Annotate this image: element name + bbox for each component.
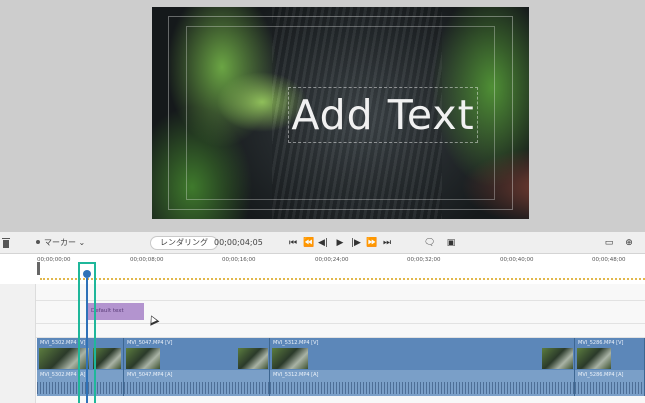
play-icon[interactable]: ▶ xyxy=(335,236,345,250)
audio-clip[interactable]: MVI_5286.MP4 [A] xyxy=(575,370,645,396)
audio-clip[interactable]: MVI_5312.MP4 [A] xyxy=(270,370,575,396)
ruler-start-marker xyxy=(37,262,40,275)
time-ruler[interactable]: 00;00;00;00 00;00;08;00 00;00;16;00 00;0… xyxy=(0,254,645,284)
clip-label: MVI_5047.MP4 [A] xyxy=(127,372,173,378)
clip-label: MVI_5047.MP4 [V] xyxy=(127,340,173,346)
monitor-icon[interactable]: ▭ xyxy=(604,236,614,250)
snapshot-icon[interactable]: ▣ xyxy=(446,236,456,250)
clip-thumbnail xyxy=(126,348,160,369)
audio-clip[interactable]: MVI_5047.MP4 [A] xyxy=(124,370,270,396)
video-clip[interactable]: MVI_5286.MP4 [V] xyxy=(575,338,645,370)
playhead-handle[interactable] xyxy=(83,270,91,278)
clip-thumbnail xyxy=(272,348,308,369)
comment-icon[interactable]: 🗨 xyxy=(424,236,435,250)
ruler-timecode: 00;00;32;00 xyxy=(407,257,441,263)
clip-thumbnail xyxy=(577,348,611,369)
chevron-down-icon: ⌄ xyxy=(78,238,86,247)
current-timecode: 00;00;04;05 xyxy=(214,238,263,247)
lane-divider xyxy=(36,300,645,301)
audio-waveform xyxy=(124,382,269,394)
clip-thumbnail xyxy=(93,348,121,369)
clip-label: MVI_5286.MP4 [V] xyxy=(578,340,624,346)
ruler-timecode: 00;00;40;00 xyxy=(500,257,534,263)
marker-dropdown[interactable]: マーカー ⌄ xyxy=(36,236,85,250)
audio-waveform xyxy=(270,382,574,394)
marker-label: マーカー xyxy=(44,238,76,247)
ruler-rendered-range xyxy=(40,278,645,280)
fast-forward-icon[interactable]: ⏩ xyxy=(366,236,377,250)
go-to-start-icon[interactable]: ⏮ xyxy=(288,236,298,250)
clip-thumbnail xyxy=(238,348,268,369)
render-button[interactable]: レンダリング xyxy=(150,236,218,250)
video-preview-frame[interactable]: Add Text xyxy=(152,7,529,219)
audio-waveform xyxy=(575,382,644,394)
ruler-timecode: 00;00;48;00 xyxy=(592,257,626,263)
track-headers xyxy=(0,284,36,403)
step-forward-icon[interactable]: |▶ xyxy=(351,236,361,250)
preview-area: Add Text xyxy=(0,0,645,232)
timeline-tracks: Default text MVI_5302.MP4 [V] MVI_5047.M… xyxy=(0,284,645,403)
rewind-icon[interactable]: ⏪ xyxy=(303,236,314,250)
overlay-text[interactable]: Add Text xyxy=(288,87,478,143)
ruler-timecode: 00;00;16;00 xyxy=(222,257,256,263)
timeline-toolbar: マーカー ⌄ レンダリング 00;00;04;05 ⏮ ⏪ ◀| ▶ |▶ ⏩ … xyxy=(0,232,645,254)
clip-label: MVI_5286.MP4 [A] xyxy=(578,372,624,378)
playhead-line[interactable] xyxy=(86,278,88,403)
zoom-icon[interactable]: ⊕ xyxy=(624,236,634,250)
video-clip[interactable]: MVI_5312.MP4 [V] xyxy=(270,338,575,370)
go-to-end-icon[interactable]: ⏭ xyxy=(382,236,392,250)
ruler-timecode: 00;00;24;00 xyxy=(315,257,349,263)
marker-dot-icon xyxy=(36,240,40,244)
clip-thumbnail xyxy=(542,348,573,369)
ruler-timecode: 00;00;00;00 xyxy=(37,257,71,263)
lane-divider xyxy=(36,323,645,324)
video-clip[interactable]: MVI_5047.MP4 [V] xyxy=(124,338,270,370)
clip-label: MVI_5312.MP4 [V] xyxy=(273,340,319,346)
clip-label: MVI_5312.MP4 [A] xyxy=(273,372,319,378)
trash-icon[interactable] xyxy=(2,238,10,249)
step-back-icon[interactable]: ◀| xyxy=(318,236,328,250)
ruler-timecode: 00;00;08;00 xyxy=(130,257,164,263)
